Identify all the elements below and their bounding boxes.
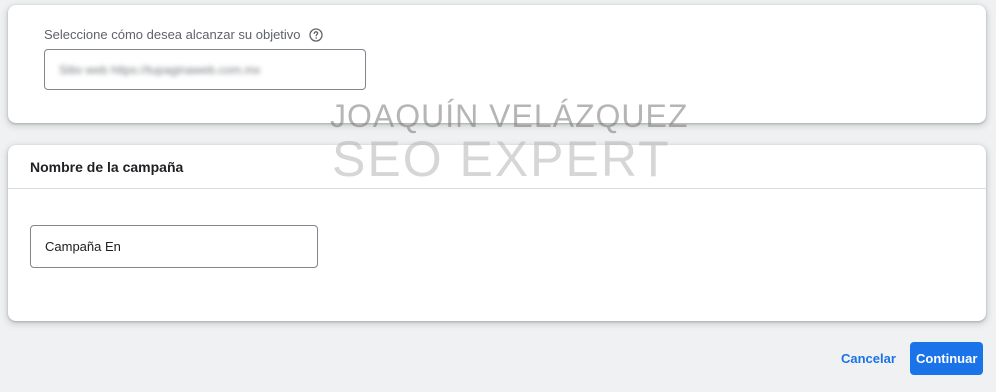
campaign-name-title: Nombre de la campaña	[30, 159, 184, 175]
help-circle-icon[interactable]	[308, 27, 323, 42]
objective-label-row: Seleccione cómo desea alcanzar su objeti…	[44, 27, 323, 42]
campaign-name-card: Nombre de la campaña	[8, 145, 986, 321]
campaign-name-input[interactable]	[30, 225, 318, 268]
website-url-value: Sitio web https://tupaginaweb.com.mx	[59, 62, 261, 77]
objective-label: Seleccione cómo desea alcanzar su objeti…	[44, 27, 301, 42]
objective-card: Seleccione cómo desea alcanzar su objeti…	[8, 5, 986, 123]
website-url-field[interactable]: Sitio web https://tupaginaweb.com.mx	[44, 49, 366, 90]
continue-button[interactable]: Continuar	[910, 342, 983, 375]
section-divider	[8, 188, 986, 189]
cancel-button[interactable]: Cancelar	[835, 343, 902, 373]
